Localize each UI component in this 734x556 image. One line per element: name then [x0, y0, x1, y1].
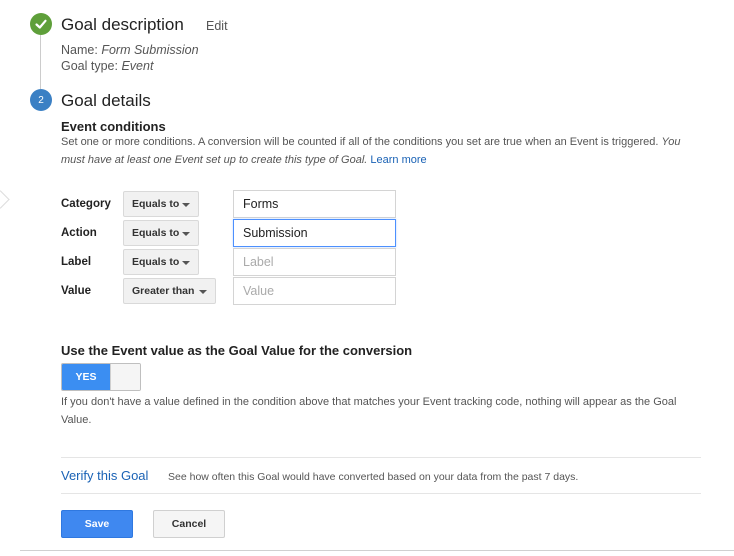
- goal-description-title: Goal description: [61, 15, 184, 34]
- condition-label-value: Value: [61, 285, 92, 297]
- caret-down-icon: [199, 290, 207, 294]
- caret-down-icon: [182, 261, 190, 265]
- toggle-knob: [110, 364, 140, 390]
- divider-top: [61, 457, 701, 458]
- dropdown-value: Equals to: [132, 227, 180, 239]
- event-conditions-description: Set one or more conditions. A conversion…: [61, 133, 701, 169]
- goal-value-note: If you don't have a value defined in the…: [61, 396, 677, 426]
- goal-name-value: Form Submission: [101, 43, 199, 57]
- goal-type-label: Goal type:: [61, 59, 118, 73]
- goal-details-title: Goal details: [61, 91, 151, 110]
- dropdown-value: Equals to: [132, 198, 180, 210]
- step-number-badge: 2: [30, 89, 52, 111]
- collapse-arrow-icon: [0, 190, 10, 209]
- input-placeholder: Value: [243, 284, 275, 298]
- save-button[interactable]: Save: [61, 510, 133, 538]
- goal-name-label: Name:: [61, 43, 98, 57]
- goal-type-line: Goal type: Event: [61, 59, 153, 73]
- input-placeholder: Label: [243, 255, 274, 269]
- input-value: Submission: [243, 226, 308, 240]
- label-value-input[interactable]: Label: [233, 248, 396, 276]
- category-value-input[interactable]: Forms: [233, 190, 396, 218]
- input-value: Forms: [243, 197, 279, 211]
- action-operator-dropdown[interactable]: Equals to: [123, 220, 199, 246]
- divider-bottom: [61, 493, 701, 494]
- category-operator-dropdown[interactable]: Equals to: [123, 191, 199, 217]
- verify-goal-link[interactable]: Verify this Goal: [61, 468, 148, 483]
- learn-more-link[interactable]: Learn more: [370, 154, 426, 166]
- condition-label-label: Label: [61, 256, 92, 268]
- step-complete-checkmark-icon: [30, 13, 52, 35]
- page-bottom-border: [20, 550, 734, 551]
- caret-down-icon: [182, 232, 190, 236]
- event-conditions-title: Event conditions: [61, 119, 166, 134]
- dropdown-value: Greater than: [132, 285, 195, 297]
- label-operator-dropdown[interactable]: Equals to: [123, 249, 199, 275]
- action-value-input[interactable]: Submission: [233, 219, 396, 247]
- step-connector-line: [40, 35, 41, 89]
- description-plain: Set one or more conditions. A conversion…: [61, 136, 659, 148]
- goal-type-value: Event: [121, 59, 154, 73]
- condition-label-action: Action: [61, 227, 97, 239]
- value-operator-dropdown[interactable]: Greater than: [123, 278, 216, 304]
- edit-link[interactable]: Edit: [206, 19, 228, 33]
- dropdown-value: Equals to: [132, 256, 180, 268]
- value-value-input[interactable]: Value: [233, 277, 396, 305]
- goal-name-line: Name: Form Submission: [61, 43, 199, 57]
- cancel-button[interactable]: Cancel: [153, 510, 225, 538]
- toggle-on-label: YES: [62, 364, 110, 390]
- condition-label-category: Category: [61, 198, 111, 210]
- goal-value-title: Use the Event value as the Goal Value fo…: [61, 343, 413, 358]
- goal-value-toggle[interactable]: YES: [61, 363, 141, 391]
- caret-down-icon: [182, 203, 190, 207]
- verify-description: See how often this Goal would have conve…: [168, 471, 579, 483]
